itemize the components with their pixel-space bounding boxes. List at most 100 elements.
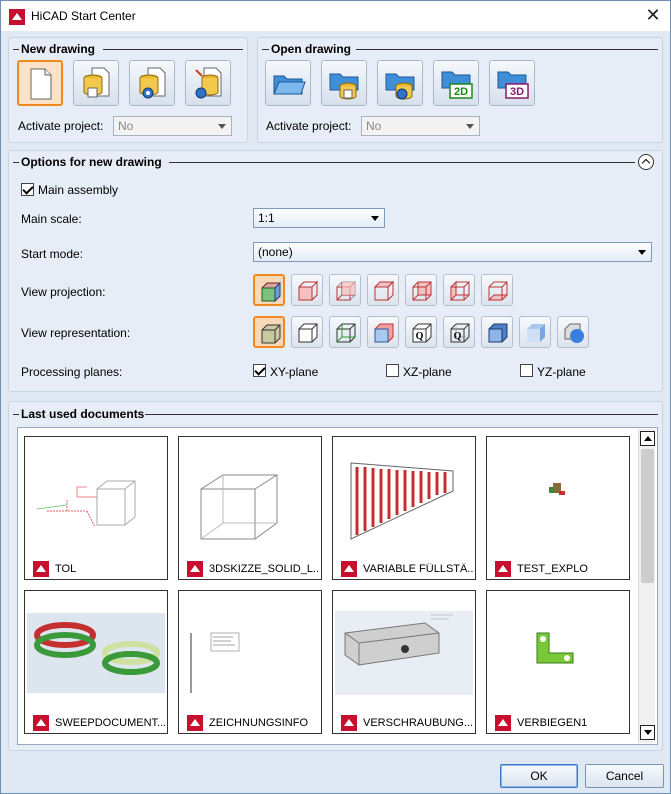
new-from-database-button[interactable]	[73, 60, 119, 106]
recent-doc-card[interactable]: TOL	[24, 436, 168, 580]
projection-top-button[interactable]	[367, 274, 399, 306]
doc-name: SWEEPDOCUMENT...	[55, 717, 165, 729]
folder-database-icon	[329, 73, 359, 100]
representation-quick-wire-button[interactable]: Q	[443, 316, 475, 348]
projection-back-button[interactable]	[405, 274, 437, 306]
xy-plane-checkbox[interactable]	[253, 364, 266, 377]
representation-smooth-button[interactable]	[519, 316, 551, 348]
doc-name: VARIABLE FÜLLSTÄ...	[363, 563, 473, 575]
close-icon[interactable]: ✕	[641, 4, 665, 28]
recent-doc-card[interactable]: 3DSKIZZE_SOLID_L...	[178, 436, 322, 580]
recent-docs-scrollbar[interactable]	[638, 429, 655, 743]
new-activate-project-select[interactable]: No	[113, 116, 232, 136]
new-from-workflow-button[interactable]	[185, 60, 231, 106]
hicad-doc-icon	[33, 715, 49, 731]
view-projection-label: View projection:	[21, 285, 106, 299]
main-assembly-checkbox[interactable]	[21, 183, 34, 196]
open-from-database-button[interactable]	[321, 60, 367, 106]
cube-hidden-line-icon	[298, 323, 318, 343]
recent-doc-card[interactable]: TEST_EXPLO	[486, 436, 630, 580]
recent-doc-card[interactable]: VARIABLE FÜLLSTÄ...	[332, 436, 476, 580]
folder-3d-icon: 3D	[497, 71, 529, 99]
blank-document-icon	[30, 68, 52, 100]
database-transfer-icon	[195, 67, 222, 99]
doc-name: VERBIEGEN1	[517, 717, 588, 729]
hicad-doc-icon	[341, 561, 357, 577]
yz-plane-checkbox[interactable]	[520, 364, 533, 377]
recent-documents-list: TOL 3DSKIZZE_SOLID_L... VARIABLE FÜLLSTÄ…	[17, 427, 658, 745]
open-activate-project-select[interactable]: No	[361, 116, 480, 136]
xz-plane-checkbox[interactable]	[386, 364, 399, 377]
cube-smooth-icon	[527, 324, 545, 342]
representation-shaded-blue-button[interactable]	[481, 316, 513, 348]
chevron-down-icon	[218, 124, 226, 129]
svg-text:Q: Q	[416, 331, 424, 342]
doc-name: 3DSKIZZE_SOLID_L...	[209, 563, 319, 575]
cube-back-face-icon	[412, 281, 432, 301]
representation-shaded-edges-button[interactable]	[253, 316, 285, 348]
recent-doc-card[interactable]: VERBIEGEN1	[486, 590, 630, 734]
hicad-doc-icon	[495, 715, 511, 731]
doc-thumbnail	[536, 632, 574, 664]
cube-wireframe-icon	[336, 323, 356, 343]
database-gear-icon	[139, 67, 166, 99]
projection-left-button[interactable]	[443, 274, 475, 306]
representation-hidden-line-button[interactable]	[291, 316, 323, 348]
cube-left-face-icon	[450, 280, 470, 302]
recent-doc-card[interactable]: ZEICHNUNGSINFO	[178, 590, 322, 734]
recent-doc-card[interactable]: VERSCHRAUBUNG...	[332, 590, 476, 734]
2d-label: 2D	[454, 86, 468, 98]
representation-transparent-button[interactable]	[557, 316, 589, 348]
representation-shaded-button[interactable]	[367, 316, 399, 348]
cube-shaded-blue-icon	[488, 323, 508, 343]
chevron-down-icon	[638, 250, 646, 255]
start-center-window: HiCAD Start Center ✕ New drawing Activat…	[0, 0, 671, 794]
last-used-title: Last used documents	[21, 407, 149, 421]
doc-name: VERSCHRAUBUNG...	[363, 717, 473, 729]
open-2d-drawing-button[interactable]: 2D	[433, 60, 479, 106]
folder-2d-icon: 2D	[441, 71, 473, 99]
doc-thumbnail	[350, 462, 454, 540]
cube-shaded-edges-icon	[261, 324, 281, 344]
doc-name: TEST_EXPLO	[517, 563, 588, 575]
representation-quick-hidden-button[interactable]: Q	[405, 316, 437, 348]
folder-open-icon	[273, 75, 306, 95]
projection-side-button[interactable]	[329, 274, 361, 306]
options-title: Options for new drawing	[21, 155, 166, 169]
doc-thumbnail	[36, 480, 136, 528]
projection-iso-button[interactable]	[253, 274, 285, 306]
projection-bottom-button[interactable]	[481, 274, 513, 306]
scroll-thumb[interactable]	[641, 449, 654, 583]
cancel-button[interactable]: Cancel	[585, 764, 664, 788]
processing-planes-label: Processing planes:	[21, 365, 123, 379]
new-blank-drawing-button[interactable]	[17, 60, 63, 106]
open-from-template-button[interactable]	[377, 60, 423, 106]
collapse-options-icon[interactable]	[638, 154, 654, 170]
ok-button[interactable]: OK	[500, 764, 578, 788]
cube-shaded-red-icon	[374, 323, 394, 343]
cube-side-face-icon	[336, 281, 356, 301]
projection-front-button[interactable]	[291, 274, 323, 306]
window-title: HiCAD Start Center	[31, 9, 136, 23]
main-assembly-label: Main assembly	[38, 183, 119, 197]
chevron-down-icon	[371, 216, 379, 221]
main-scale-select[interactable]: 1:1	[253, 208, 385, 228]
recent-doc-card[interactable]: SWEEPDOCUMENT...	[24, 590, 168, 734]
scroll-up-icon[interactable]	[640, 431, 655, 446]
new-from-template-button[interactable]	[129, 60, 175, 106]
open-file-button[interactable]	[265, 60, 311, 106]
open-3d-drawing-button[interactable]: 3D	[489, 60, 535, 106]
start-mode-select[interactable]: (none)	[253, 242, 652, 262]
representation-wireframe-button[interactable]	[329, 316, 361, 348]
doc-name: TOL	[55, 563, 77, 575]
new-drawing-title: New drawing	[21, 42, 100, 56]
view-representation-label: View representation:	[21, 326, 131, 340]
scroll-down-icon[interactable]	[640, 725, 655, 740]
main-scale-label: Main scale:	[21, 212, 82, 226]
new-activate-project-label: Activate project:	[18, 119, 104, 133]
folder-gear-icon	[385, 73, 415, 100]
hicad-doc-icon	[341, 715, 357, 731]
doc-thumbnail	[549, 483, 565, 495]
doc-thumbnail	[27, 613, 165, 693]
chevron-down-icon	[466, 124, 474, 129]
